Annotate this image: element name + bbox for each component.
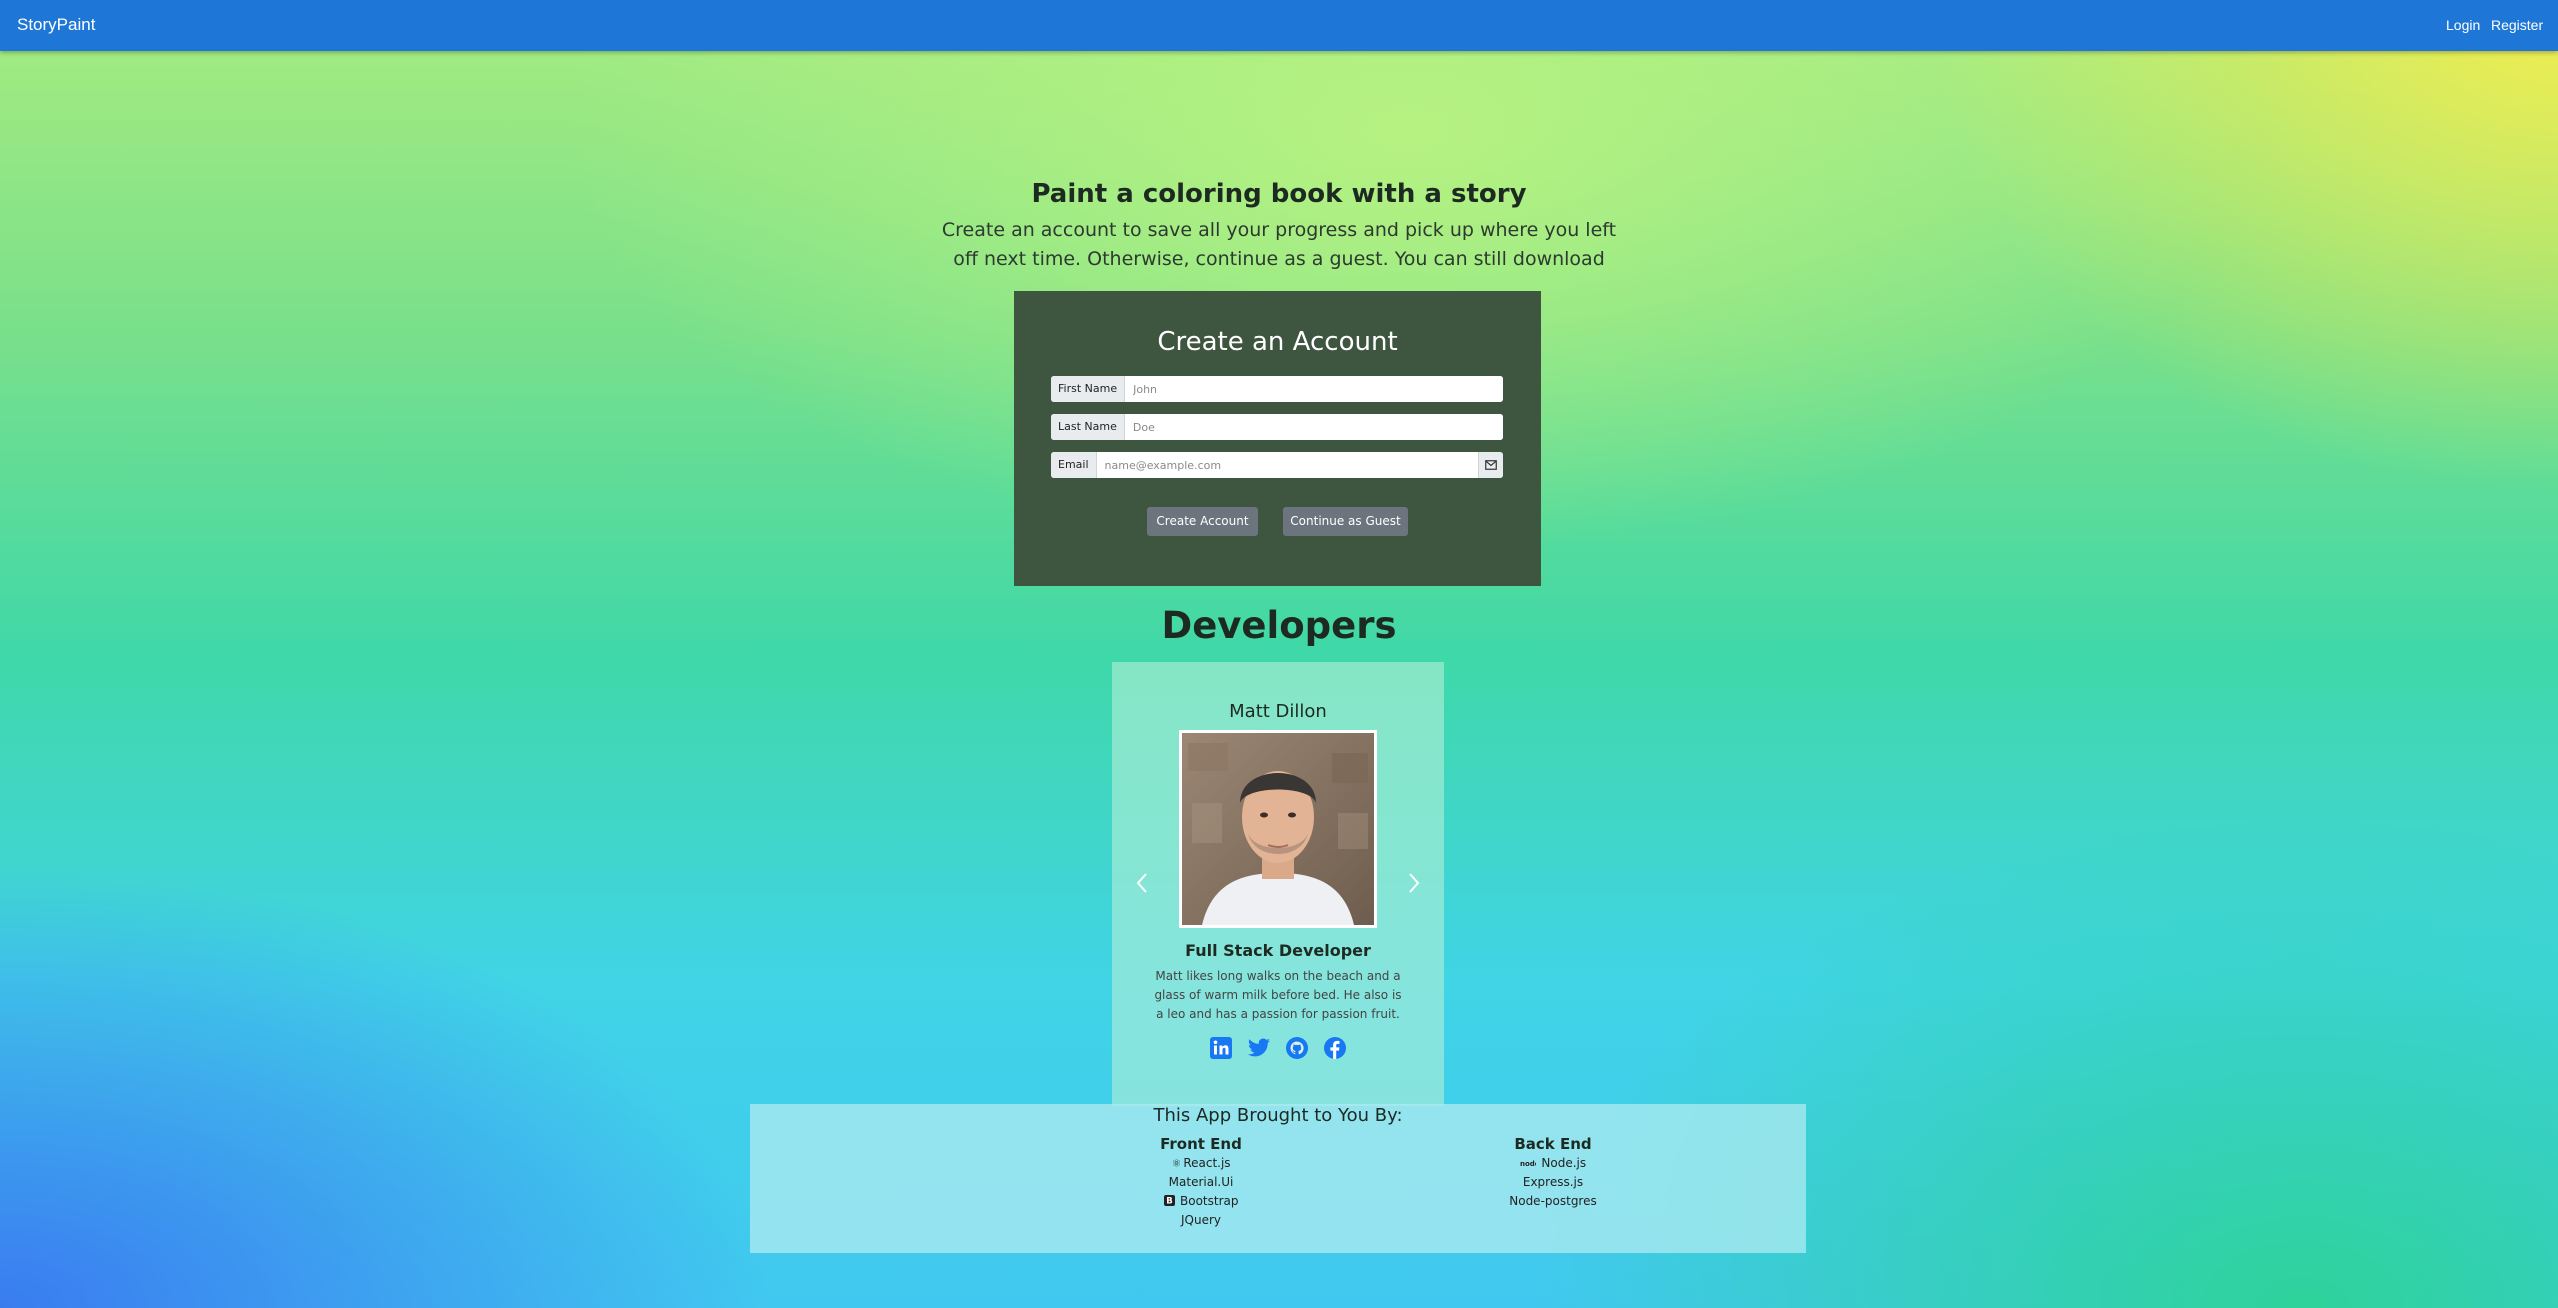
list-item: Node-postgres <box>1453 1192 1653 1211</box>
developer-bio: Matt likes long walks on the beach and a… <box>1154 969 1402 1021</box>
list-item: node Node.js <box>1453 1154 1653 1173</box>
email-input[interactable] <box>1096 452 1478 478</box>
svg-text:B: B <box>1166 1197 1172 1206</box>
back-end-title: Back End <box>1514 1135 1592 1153</box>
developer-role: Full Stack Developer <box>1185 941 1371 960</box>
continue-as-guest-button[interactable]: Continue as Guest <box>1283 507 1408 536</box>
developer-carousel: Matt Dillon Full Stack Developer Matt li… <box>1112 662 1444 1106</box>
carousel-prev-button[interactable] <box>1132 868 1152 898</box>
front-end-title: Front End <box>1160 1135 1242 1153</box>
hero-title: Paint a coloring book with a story <box>1031 179 1527 209</box>
first-name-input[interactable] <box>1125 376 1503 402</box>
last-name-label: Last Name <box>1051 414 1125 440</box>
nodejs-icon: node <box>1520 1157 1540 1170</box>
carousel-next-button[interactable] <box>1404 868 1424 898</box>
tech-item-label: Node.js <box>1541 1156 1587 1170</box>
bootstrap-icon: B <box>1163 1195 1179 1208</box>
hero-subtitle: Create an account to save all your progr… <box>941 219 1617 270</box>
front-end-column: Front End ⚛ React.js Material.Ui B Bootst… <box>1101 1134 1301 1230</box>
last-name-group: Last Name <box>1051 414 1503 440</box>
list-item: Material.Ui <box>1101 1173 1301 1192</box>
tech-item-label: Express.js <box>1522 1175 1584 1189</box>
tech-item-label: Bootstrap <box>1180 1194 1239 1208</box>
first-name-group: First Name <box>1051 376 1503 402</box>
tech-stack-title: This App Brought to You By: <box>1153 1105 1403 1126</box>
first-name-label: First Name <box>1051 376 1126 402</box>
signup-card: Create an Account First Name Last Name E… <box>1014 291 1541 586</box>
email-group: Email <box>1051 452 1503 478</box>
tech-item-label: JQuery <box>1180 1213 1221 1227</box>
list-item: JQuery <box>1101 1211 1301 1230</box>
tech-item-label: Material.Ui <box>1168 1175 1234 1189</box>
navbar: StoryPaint Login Register <box>0 0 2558 51</box>
list-item: Express.js <box>1453 1173 1653 1192</box>
create-account-button[interactable]: Create Account <box>1147 507 1258 536</box>
react-icon: ⚛ <box>1171 1157 1182 1170</box>
back-end-column: Back End node Node.js Express.js Node-po… <box>1453 1134 1653 1211</box>
last-name-input[interactable] <box>1124 414 1503 440</box>
twitter-icon[interactable] <box>1246 1035 1272 1061</box>
email-label: Email <box>1051 452 1097 478</box>
list-item: B Bootstrap <box>1101 1192 1301 1211</box>
developers-heading: Developers <box>1161 604 1397 647</box>
login-link[interactable]: Login <box>2446 17 2480 34</box>
developer-name: Matt Dillon <box>1229 701 1327 722</box>
tech-stack-panel: This App Brought to You By: Front End ⚛ R… <box>750 1104 1806 1253</box>
tech-item-label: React.js <box>1183 1156 1231 1170</box>
list-item: ⚛ React.js <box>1101 1154 1301 1173</box>
linkedin-icon[interactable] <box>1208 1035 1234 1061</box>
github-icon[interactable] <box>1284 1035 1310 1061</box>
register-link[interactable]: Register <box>2491 17 2543 34</box>
envelope-icon <box>1478 452 1503 478</box>
svg-text:node: node <box>1520 1160 1536 1167</box>
brand-logo[interactable]: StoryPaint <box>17 15 95 35</box>
tech-item-label: Node-postgres <box>1509 1194 1597 1208</box>
developer-photo <box>1179 730 1377 928</box>
facebook-icon[interactable] <box>1322 1035 1348 1061</box>
social-links <box>1112 1035 1444 1061</box>
signup-title: Create an Account <box>1157 327 1398 357</box>
